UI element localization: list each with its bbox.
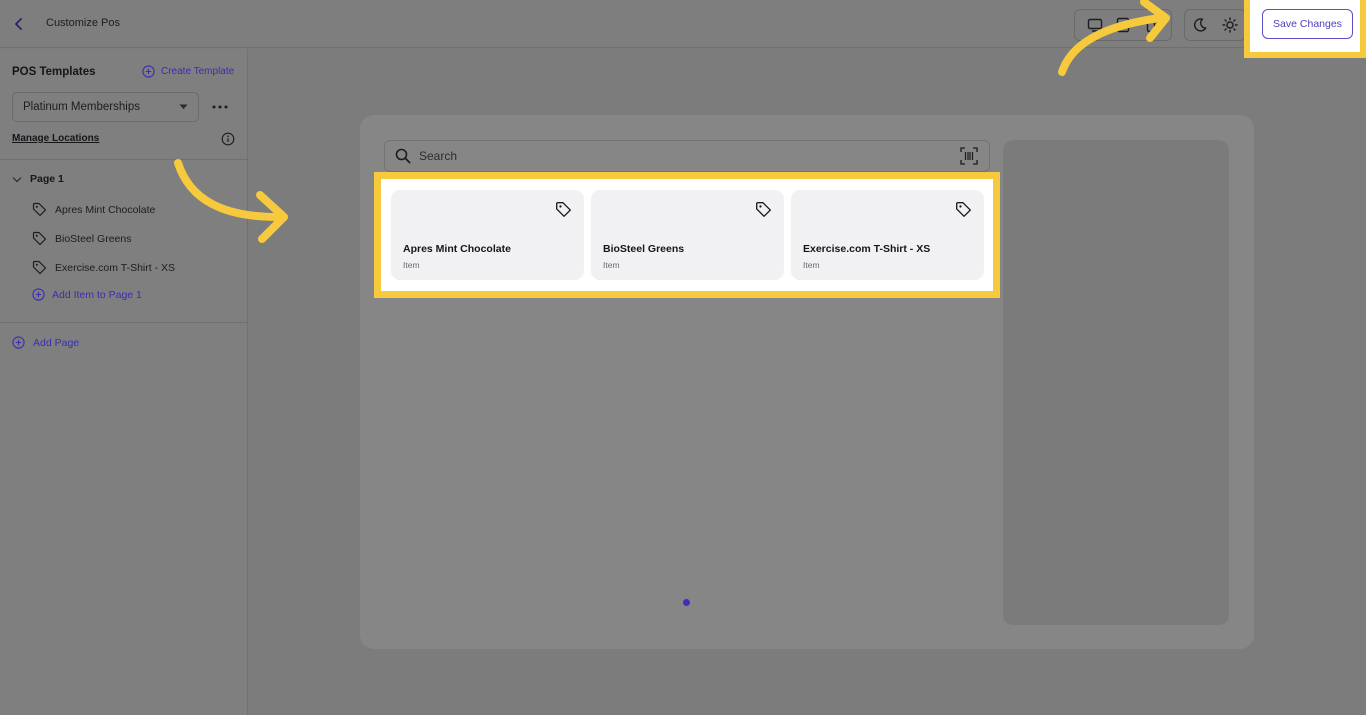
back-chevron-icon <box>15 18 22 30</box>
sun-icon <box>1222 17 1238 33</box>
template-select[interactable]: Platinum Memberships <box>12 92 199 122</box>
add-item-to-page-button[interactable]: Add Item to Page 1 <box>32 288 142 301</box>
device-toggle-group <box>1074 9 1172 41</box>
item-card-tshirt[interactable]: Exercise.com T-Shirt - XS Item <box>791 190 984 280</box>
manage-locations-link[interactable]: Manage Locations <box>12 133 99 144</box>
sidebar-item-apres-mint[interactable]: Apres Mint Chocolate <box>32 202 155 217</box>
template-select-value: Platinum Memberships <box>23 101 140 113</box>
item-card-name: BioSteel Greens <box>603 243 685 255</box>
page-title: Customize Pos <box>46 17 120 29</box>
item-card-apres-mint[interactable]: Apres Mint Chocolate Item <box>391 190 584 280</box>
moon-icon <box>1193 18 1207 32</box>
template-more-button[interactable] <box>208 96 232 118</box>
page-1-label: Page 1 <box>30 173 64 185</box>
plus-circle-icon <box>142 65 155 78</box>
search-input[interactable]: Search <box>384 140 990 172</box>
search-placeholder: Search <box>419 149 458 163</box>
sidebar: POS Templates Create Template Platinum M… <box>0 49 248 715</box>
tag-icon <box>32 231 47 246</box>
info-icon[interactable] <box>221 132 235 146</box>
item-card-biosteel[interactable]: BioSteel Greens Item <box>591 190 784 280</box>
sidebar-divider <box>0 322 248 323</box>
sidebar-item-label: BioSteel Greens <box>55 232 132 245</box>
sidebar-item-label: Exercise.com T-Shirt - XS <box>55 261 176 274</box>
barcode-icon[interactable] <box>959 146 979 166</box>
page-1-toggle[interactable]: Page 1 <box>12 173 64 185</box>
theme-toggle-group <box>1184 9 1246 41</box>
plus-circle-icon <box>32 288 45 301</box>
plus-circle-icon <box>12 336 25 349</box>
caret-down-icon <box>179 104 188 109</box>
dark-mode-button[interactable] <box>1189 14 1211 36</box>
add-page-label: Add Page <box>33 336 80 349</box>
item-card-type: Item <box>603 260 620 270</box>
create-template-label: Create Template <box>161 66 235 77</box>
tablet-view-button[interactable] <box>1112 14 1134 36</box>
tag-icon <box>956 202 971 217</box>
tablet-icon <box>1116 17 1130 33</box>
search-icon <box>395 148 411 164</box>
desktop-view-button[interactable] <box>1084 14 1106 36</box>
tag-icon <box>32 260 47 275</box>
tag-icon <box>756 202 771 217</box>
item-card-name: Exercise.com T-Shirt - XS <box>803 243 931 255</box>
light-mode-button[interactable] <box>1219 14 1241 36</box>
tag-icon <box>32 202 47 217</box>
more-dots-icon <box>212 105 228 109</box>
tag-icon <box>556 202 571 217</box>
create-template-button[interactable]: Create Template <box>142 65 234 78</box>
sidebar-divider <box>0 159 248 160</box>
phone-view-button[interactable] <box>1140 14 1162 36</box>
cart-panel <box>1003 140 1229 625</box>
top-bar: Customize Pos Save Changes <box>0 0 1366 58</box>
monitor-icon <box>1087 18 1103 32</box>
chevron-down-icon <box>12 176 22 182</box>
page-indicator-dot[interactable] <box>683 599 690 606</box>
sidebar-item-label: Apres Mint Chocolate <box>55 203 156 216</box>
pos-preview-device: Search Apres Mint Chocolate Item BioStee… <box>360 115 1254 649</box>
pos-templates-heading: POS Templates <box>12 66 96 78</box>
back-button[interactable] <box>8 13 30 35</box>
add-item-label: Add Item to Page 1 <box>52 288 142 301</box>
sidebar-item-tshirt[interactable]: Exercise.com T-Shirt - XS <box>32 260 175 275</box>
phone-icon <box>1146 17 1156 33</box>
item-card-type: Item <box>403 260 420 270</box>
add-page-button[interactable]: Add Page <box>12 336 79 349</box>
sidebar-item-biosteel[interactable]: BioSteel Greens <box>32 231 131 246</box>
save-changes-button[interactable]: Save Changes <box>1262 9 1353 39</box>
item-card-type: Item <box>803 260 820 270</box>
item-card-name: Apres Mint Chocolate <box>403 243 511 255</box>
